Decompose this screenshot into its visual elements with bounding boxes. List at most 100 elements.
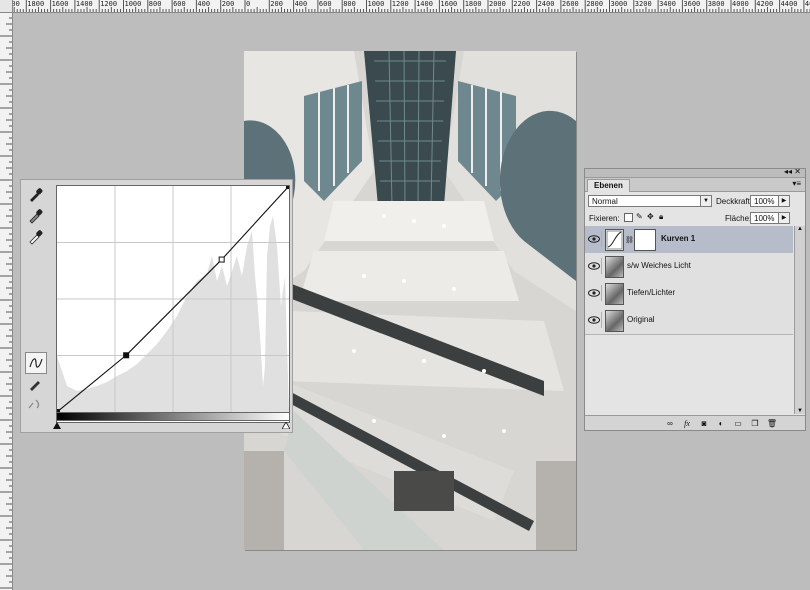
ruler-tick-label: 1400 <box>75 0 93 8</box>
curve-control-point[interactable] <box>286 183 292 189</box>
panel-tab-row: Ebenen ▾≡ <box>585 178 805 192</box>
add-mask-icon[interactable]: ◙ <box>699 418 709 428</box>
chevron-right-icon: ▶ <box>778 213 789 223</box>
white-input-slider-icon[interactable] <box>281 421 291 431</box>
lock-label: Fixieren: <box>589 214 620 223</box>
ruler-corner <box>0 0 13 13</box>
lock-all-icon[interactable]: 🔒︎ <box>659 212 663 222</box>
lock-pixels-icon[interactable]: ✎ <box>636 212 643 221</box>
ruler-tick-label: 600 <box>318 0 332 8</box>
ruler-tick-label: 800 <box>148 0 162 8</box>
ruler-tick-label: 800 <box>343 0 356 8</box>
new-layer-icon[interactable]: ❐ <box>750 418 760 428</box>
ruler-tick-label: 200 <box>221 0 235 8</box>
curve-control-point[interactable] <box>123 352 130 359</box>
layers-scrollbar[interactable]: ▲ ▼ <box>794 226 805 414</box>
eye-visibility-icon[interactable] <box>587 258 602 274</box>
ruler-tick-label: 1600 <box>51 0 69 8</box>
delete-layer-icon[interactable]: 🗑︎ <box>767 418 777 428</box>
opacity-label: Deckkraft: <box>716 197 753 206</box>
curves-dialog <box>20 179 293 433</box>
ruler-tick-label: 3000 <box>610 0 628 8</box>
panel-titlebar[interactable]: ◂◂ ✕ <box>585 167 805 178</box>
new-group-icon[interactable]: ▭ <box>733 418 743 428</box>
ruler-tick-label: 2200 <box>513 0 531 8</box>
layer-list: ⛓ Kurven 1 s/w Weiches Licht Tiefen/Lichter… <box>585 226 793 414</box>
ruler-tick-label: 2000 <box>489 0 506 8</box>
ruler-tick-label: 3200 <box>634 0 652 8</box>
layer-name: Kurven 1 <box>661 234 696 243</box>
chevron-down-icon: ▼ <box>700 196 711 206</box>
ruler-tick-label: 2800 <box>586 0 604 8</box>
fill-value: 100% <box>754 214 775 223</box>
ruler-tick-label: 1800 <box>27 0 45 8</box>
blend-opacity-row: Normal ▼ Deckkraft: 100% ▶ <box>585 192 805 210</box>
curve-point-tool-icon[interactable] <box>25 352 47 374</box>
layer-row[interactable]: s/w Weiches Licht <box>585 253 793 281</box>
black-point-eyedropper-icon[interactable] <box>25 185 45 205</box>
layer-style-fx-icon[interactable]: fx <box>682 418 692 428</box>
fill-input[interactable]: 100% ▶ <box>750 212 790 224</box>
smooth-curve-icon[interactable] <box>25 394 45 414</box>
layer-row[interactable]: Tiefen/Lichter <box>585 280 793 308</box>
layer-row[interactable]: Original <box>585 307 793 335</box>
vertical-ruler[interactable] <box>0 12 13 590</box>
input-gradient-bar <box>56 412 290 421</box>
eye-visibility-icon[interactable] <box>587 312 602 328</box>
lock-transparency-icon[interactable] <box>624 213 633 222</box>
ruler-tick-label: 3400 <box>659 0 676 8</box>
ruler-ticks-left <box>0 12 12 589</box>
scroll-down-icon[interactable]: ▼ <box>795 408 805 414</box>
layers-bottom-toolbar: ∞ fx ◙ ◐ ▭ ❐ 🗑︎ <box>585 415 805 430</box>
ruler-tick-label: 3800 <box>707 0 725 8</box>
eye-visibility-icon[interactable] <box>587 231 602 247</box>
ruler-tick-label: 1000 <box>367 0 385 8</box>
mask-link-icon[interactable]: ⛓ <box>625 236 634 244</box>
opacity-value: 100% <box>754 197 775 206</box>
escalator-atrium-photo <box>244 51 576 550</box>
chevron-right-icon: ▶ <box>778 196 789 206</box>
eye-visibility-icon[interactable] <box>587 285 602 301</box>
lock-position-icon[interactable]: ✥ <box>647 212 654 221</box>
layers-panel: ◂◂ ✕ Ebenen ▾≡ Normal ▼ Deckkraft: 100% … <box>584 167 806 431</box>
ruler-tick-label: 400 <box>294 0 308 8</box>
gray-point-eyedropper-icon[interactable] <box>25 206 45 226</box>
collapse-panel-icon[interactable]: ◂◂ ✕ <box>784 167 801 176</box>
curve-control-point[interactable] <box>218 256 225 263</box>
link-layers-icon[interactable]: ∞ <box>665 418 675 428</box>
layer-mask-thumbnail[interactable] <box>634 229 656 251</box>
scroll-up-icon[interactable]: ▲ <box>795 226 805 232</box>
ruler-tick-label: 1200 <box>100 0 118 8</box>
panel-menu-icon[interactable]: ▾≡ <box>792 179 801 188</box>
white-point-eyedropper-icon[interactable] <box>25 227 45 247</box>
curves-adjustment-icon <box>605 229 624 251</box>
pencil-draw-icon[interactable] <box>25 374 45 394</box>
document-canvas-image[interactable] <box>244 51 576 550</box>
ruler-tick-label: 2600 <box>561 0 579 8</box>
black-input-slider-icon[interactable] <box>53 421 61 431</box>
ruler-tick-label: 4600 <box>804 0 810 8</box>
ruler-tick-label: 3600 <box>683 0 701 8</box>
tab-ebenen[interactable]: Ebenen <box>587 179 630 192</box>
ruler-tick-label: 4200 <box>756 0 774 8</box>
layer-row[interactable]: ⛓ Kurven 1 <box>585 226 793 254</box>
ruler-tick-label: 1400 <box>416 0 433 8</box>
ruler-tick-label: 1000 <box>124 0 142 8</box>
ruler-tick-label: 400 <box>197 0 211 8</box>
ruler-tick-label: 4400 <box>780 0 798 8</box>
blend-mode-select[interactable]: Normal ▼ <box>588 195 712 207</box>
curve-plot <box>54 183 292 415</box>
fill-label: Fläche: <box>725 214 752 223</box>
ruler-tick-label: 2400 <box>537 0 555 8</box>
layer-thumbnail-icon <box>605 256 624 278</box>
ruler-tick-label: 1600 <box>440 0 458 8</box>
ruler-tick-label: 200 <box>270 0 283 8</box>
layer-thumbnail-icon <box>605 310 624 332</box>
layer-name: s/w Weiches Licht <box>627 261 691 270</box>
horizontal-ruler[interactable]: 2000180016001400120010008006004002000200… <box>0 0 810 13</box>
layer-name: Original <box>627 315 655 324</box>
opacity-input[interactable]: 100% ▶ <box>750 195 790 207</box>
new-adjustment-layer-icon[interactable]: ◐ <box>716 418 726 428</box>
layer-name: Tiefen/Lichter <box>627 288 676 297</box>
curves-graph[interactable] <box>54 183 292 423</box>
